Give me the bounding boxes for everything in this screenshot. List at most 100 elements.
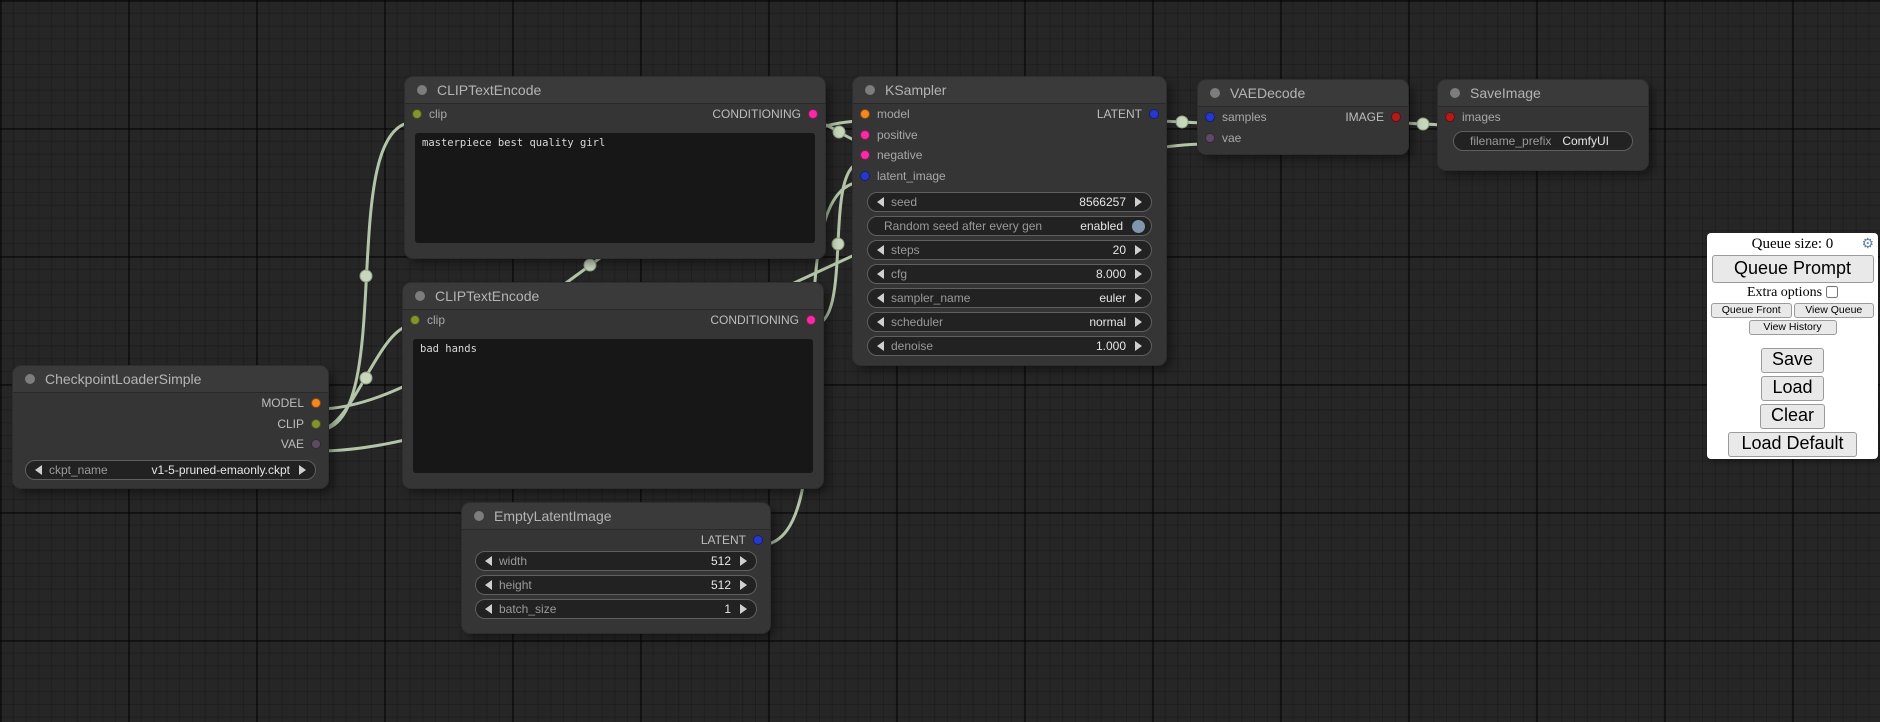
clip-port-icon[interactable] <box>410 315 420 325</box>
clip-port-icon[interactable] <box>311 419 321 429</box>
queue-front-button[interactable]: Queue Front <box>1711 303 1792 318</box>
increment-arrow-icon[interactable] <box>1135 317 1142 327</box>
output-slot-conditioning[interactable]: CONDITIONING <box>712 107 818 121</box>
node-collapse-dot-icon[interactable] <box>1450 88 1460 98</box>
increment-arrow-icon[interactable] <box>1135 293 1142 303</box>
clear-button[interactable]: Clear <box>1760 404 1825 429</box>
node-title-bar[interactable]: CLIPTextEncode <box>405 77 825 104</box>
input-slot-samples[interactable]: samples <box>1205 110 1267 124</box>
node-clip-text-encode-positive[interactable]: CLIPTextEncode clip CONDITIONING masterp… <box>405 77 825 258</box>
input-slot-clip[interactable]: clip <box>410 313 445 327</box>
positive-prompt-textarea[interactable]: masterpiece best quality girl <box>415 133 815 243</box>
node-collapse-dot-icon[interactable] <box>865 85 875 95</box>
decrement-arrow-icon[interactable] <box>877 269 884 279</box>
denoise-widget[interactable]: denoise 1.000 <box>867 336 1152 356</box>
increment-arrow-icon[interactable] <box>740 580 747 590</box>
clip-port-icon[interactable] <box>412 109 422 119</box>
node-title-bar[interactable]: VAEDecode <box>1198 80 1408 107</box>
load-default-button[interactable]: Load Default <box>1728 432 1856 457</box>
node-graph-canvas[interactable]: CheckpointLoaderSimple MODEL CLIP VAE ck… <box>0 0 1880 722</box>
output-slot-conditioning[interactable]: CONDITIONING <box>710 313 816 327</box>
node-checkpoint-loader[interactable]: CheckpointLoaderSimple MODEL CLIP VAE ck… <box>13 366 328 488</box>
latent-port-icon[interactable] <box>860 171 870 181</box>
view-queue-button[interactable]: View Queue <box>1794 303 1875 318</box>
input-slot-images[interactable]: images <box>1445 110 1501 124</box>
output-slot-image[interactable]: IMAGE <box>1345 110 1401 124</box>
width-widget[interactable]: width 512 <box>475 551 757 571</box>
output-slot-vae[interactable]: VAE <box>281 437 321 451</box>
decrement-arrow-icon[interactable] <box>485 604 492 614</box>
increment-arrow-icon[interactable] <box>299 465 306 475</box>
output-slot-latent[interactable]: LATENT <box>701 533 763 547</box>
image-port-icon[interactable] <box>1445 112 1455 122</box>
output-slot-clip[interactable]: CLIP <box>277 417 321 431</box>
scheduler-widget[interactable]: scheduler normal <box>867 312 1152 332</box>
toggle-enabled-icon[interactable] <box>1132 220 1145 233</box>
node-empty-latent-image[interactable]: EmptyLatentImage LATENT width 512 height… <box>462 503 770 633</box>
increment-arrow-icon[interactable] <box>1135 245 1142 255</box>
increment-arrow-icon[interactable] <box>740 604 747 614</box>
queue-prompt-button[interactable]: Queue Prompt <box>1712 255 1874 283</box>
decrement-arrow-icon[interactable] <box>485 580 492 590</box>
increment-arrow-icon[interactable] <box>1135 341 1142 351</box>
node-title-bar[interactable]: CLIPTextEncode <box>403 283 823 310</box>
conditioning-port-icon[interactable] <box>808 109 818 119</box>
height-widget[interactable]: height 512 <box>475 575 757 595</box>
node-ksampler[interactable]: KSampler model LATENT positive negative … <box>853 77 1166 365</box>
model-port-icon[interactable] <box>860 109 870 119</box>
steps-widget[interactable]: steps 20 <box>867 240 1152 260</box>
node-clip-text-encode-negative[interactable]: CLIPTextEncode clip CONDITIONING bad han… <box>403 283 823 488</box>
load-button[interactable]: Load <box>1761 376 1823 401</box>
node-vae-decode[interactable]: VAEDecode samples IMAGE vae <box>1198 80 1408 154</box>
node-save-image[interactable]: SaveImage images filename_prefix ComfyUI <box>1438 80 1648 170</box>
node-title-bar[interactable]: SaveImage <box>1438 80 1648 107</box>
cfg-widget[interactable]: cfg 8.000 <box>867 264 1152 284</box>
node-title-bar[interactable]: EmptyLatentImage <box>462 503 770 530</box>
latent-port-icon[interactable] <box>753 535 763 545</box>
increment-arrow-icon[interactable] <box>740 556 747 566</box>
output-slot-latent[interactable]: LATENT <box>1097 107 1159 121</box>
node-collapse-dot-icon[interactable] <box>474 511 484 521</box>
conditioning-port-icon[interactable] <box>806 315 816 325</box>
input-slot-latent-image[interactable]: latent_image <box>860 169 946 183</box>
node-collapse-dot-icon[interactable] <box>415 291 425 301</box>
decrement-arrow-icon[interactable] <box>877 341 884 351</box>
sampler-name-widget[interactable]: sampler_name euler <box>867 288 1152 308</box>
conditioning-port-icon[interactable] <box>860 150 870 160</box>
negative-prompt-textarea[interactable]: bad hands <box>413 339 813 473</box>
node-collapse-dot-icon[interactable] <box>25 374 35 384</box>
node-collapse-dot-icon[interactable] <box>1210 88 1220 98</box>
save-button[interactable]: Save <box>1761 348 1824 373</box>
decrement-arrow-icon[interactable] <box>485 556 492 566</box>
latent-port-icon[interactable] <box>1149 109 1159 119</box>
input-slot-positive[interactable]: positive <box>860 128 918 142</box>
vae-port-icon[interactable] <box>311 439 321 449</box>
filename-prefix-widget[interactable]: filename_prefix ComfyUI <box>1453 131 1633 151</box>
ckpt-name-widget[interactable]: ckpt_name v1-5-pruned-emaonly.ckpt <box>25 460 316 480</box>
view-history-button[interactable]: View History <box>1749 320 1837 335</box>
random-seed-toggle-widget[interactable]: Random seed after every gen enabled <box>867 216 1152 236</box>
batch-size-widget[interactable]: batch_size 1 <box>475 599 757 619</box>
increment-arrow-icon[interactable] <box>1135 269 1142 279</box>
gear-icon[interactable] <box>1861 236 1874 254</box>
decrement-arrow-icon[interactable] <box>877 197 884 207</box>
node-title-bar[interactable]: CheckpointLoaderSimple <box>13 366 328 393</box>
decrement-arrow-icon[interactable] <box>877 245 884 255</box>
input-slot-clip[interactable]: clip <box>412 107 447 121</box>
decrement-arrow-icon[interactable] <box>877 317 884 327</box>
model-port-icon[interactable] <box>311 398 321 408</box>
input-slot-model[interactable]: model <box>860 107 910 121</box>
vae-port-icon[interactable] <box>1205 133 1215 143</box>
decrement-arrow-icon[interactable] <box>877 293 884 303</box>
seed-widget[interactable]: seed 8566257 <box>867 192 1152 212</box>
input-slot-vae[interactable]: vae <box>1205 131 1241 145</box>
increment-arrow-icon[interactable] <box>1135 197 1142 207</box>
latent-port-icon[interactable] <box>1205 112 1215 122</box>
output-slot-model[interactable]: MODEL <box>261 396 321 410</box>
node-title-bar[interactable]: KSampler <box>853 77 1166 104</box>
conditioning-port-icon[interactable] <box>860 130 870 140</box>
image-port-icon[interactable] <box>1391 112 1401 122</box>
input-slot-negative[interactable]: negative <box>860 148 922 162</box>
decrement-arrow-icon[interactable] <box>35 465 42 475</box>
extra-options-checkbox[interactable] <box>1826 286 1838 298</box>
